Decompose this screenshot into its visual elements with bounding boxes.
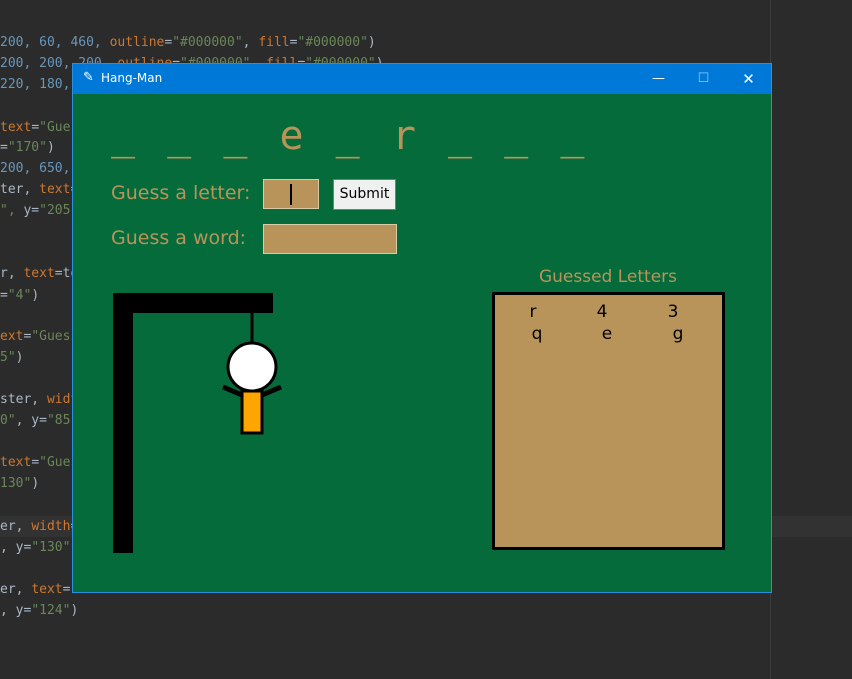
hangman-head [226,341,278,393]
code-token: ", [0,203,24,218]
code-line: 200, 650, [0,159,70,179]
hangman-window: ✎ Hang-Man — ☐ ✕ _ _ _ e _ r _ _ _ Guess… [72,63,772,593]
code-token: width [31,519,71,534]
code-line: text="Gue [0,118,70,138]
code-line: ext="Guess [0,327,78,347]
code-token: "205 [39,203,71,218]
code-token: text [0,120,32,135]
code-token: , [242,35,259,50]
code-token: er, [0,582,32,597]
code-token: "4" [7,288,32,303]
code-token: ter, [0,182,40,197]
code-line: 220, 180, [0,75,78,95]
code-line: , y="130" [0,538,70,558]
close-button[interactable]: ✕ [726,64,771,94]
code-line: er, width= [0,517,78,537]
code-token: fill [258,35,290,50]
code-token: "#000000" [297,35,368,50]
code-token: ) [31,476,40,491]
guessed-letters-box: r 4 3 q e g [492,292,725,550]
code-token: text [39,182,71,197]
code-line: r, text=to [0,264,78,284]
code-token: y= [23,203,40,218]
code-token: = [0,140,8,155]
code-token: 5" [0,350,16,365]
code-token: 130" [0,476,32,491]
gallows-post [113,293,133,553]
maximize-button[interactable]: ☐ [681,64,726,94]
code-line: 5") [0,348,23,368]
code-line: ", y="205 [0,201,70,221]
code-token: ) [70,603,79,618]
code-token: ) [367,35,376,50]
hangman-body [240,389,264,435]
code-token: r, [0,266,24,281]
code-token: "124" [31,603,71,618]
code-token: 220, 180, [0,77,79,92]
code-token: = [62,582,71,597]
code-line: 130") [0,474,39,494]
guessed-letter: 3 [667,302,679,322]
window-title: Hang-Man [101,71,163,85]
code-line: 200, 60, 460, outline="#000000", fill="#… [0,33,376,53]
gallows-beam [113,293,273,313]
code-token: ster, [0,392,47,407]
guessed-letter: 4 [596,302,608,322]
guessed-letter: e [601,324,613,344]
code-token: = [0,288,8,303]
code-token: ) [15,350,24,365]
code-token: = [31,455,40,470]
code-token: "170" [7,140,47,155]
code-line: ter, text= [0,180,78,200]
code-token: outline [109,35,165,50]
code-token: "#000000" [172,35,243,50]
code-token: ) [46,140,55,155]
code-token: 200, 650, [0,161,71,176]
code-token: , y= [0,540,32,555]
code-line: ster, widt [0,390,78,410]
feather-icon: ✎ [83,70,94,85]
code-token: "85 [46,413,71,428]
code-token: = [31,120,40,135]
code-token: 200, 60, 460, [0,35,110,50]
code-token: ) [31,288,40,303]
game-canvas: _ _ _ e _ r _ _ _ Guess a letter: Submit… [75,95,769,591]
code-token: text [23,266,55,281]
code-token: ext [0,329,24,344]
code-line: ="4") [0,286,39,306]
code-token: "130" [31,540,71,555]
code-line: , y="124") [0,601,78,621]
code-line: text="Gues [0,453,78,473]
minimize-button[interactable]: — [636,64,681,94]
code-token: er, [0,519,32,534]
code-line: 0", y="85 [0,411,70,431]
guessed-letter: r [529,302,537,322]
code-token: 0" [0,413,16,428]
code-token: "Gue [39,120,71,135]
guessed-letter: g [672,324,684,344]
code-line: er, text= [0,580,70,600]
code-token: text [31,582,63,597]
guessed-letters-title: Guessed Letters [538,267,678,287]
title-bar[interactable]: ✎ Hang-Man — ☐ ✕ [73,64,771,94]
code-token: text [0,455,32,470]
code-line: ="170") [0,138,55,158]
guessed-letter: q [531,324,543,344]
code-token: , y= [15,413,47,428]
code-token: , y= [0,603,32,618]
